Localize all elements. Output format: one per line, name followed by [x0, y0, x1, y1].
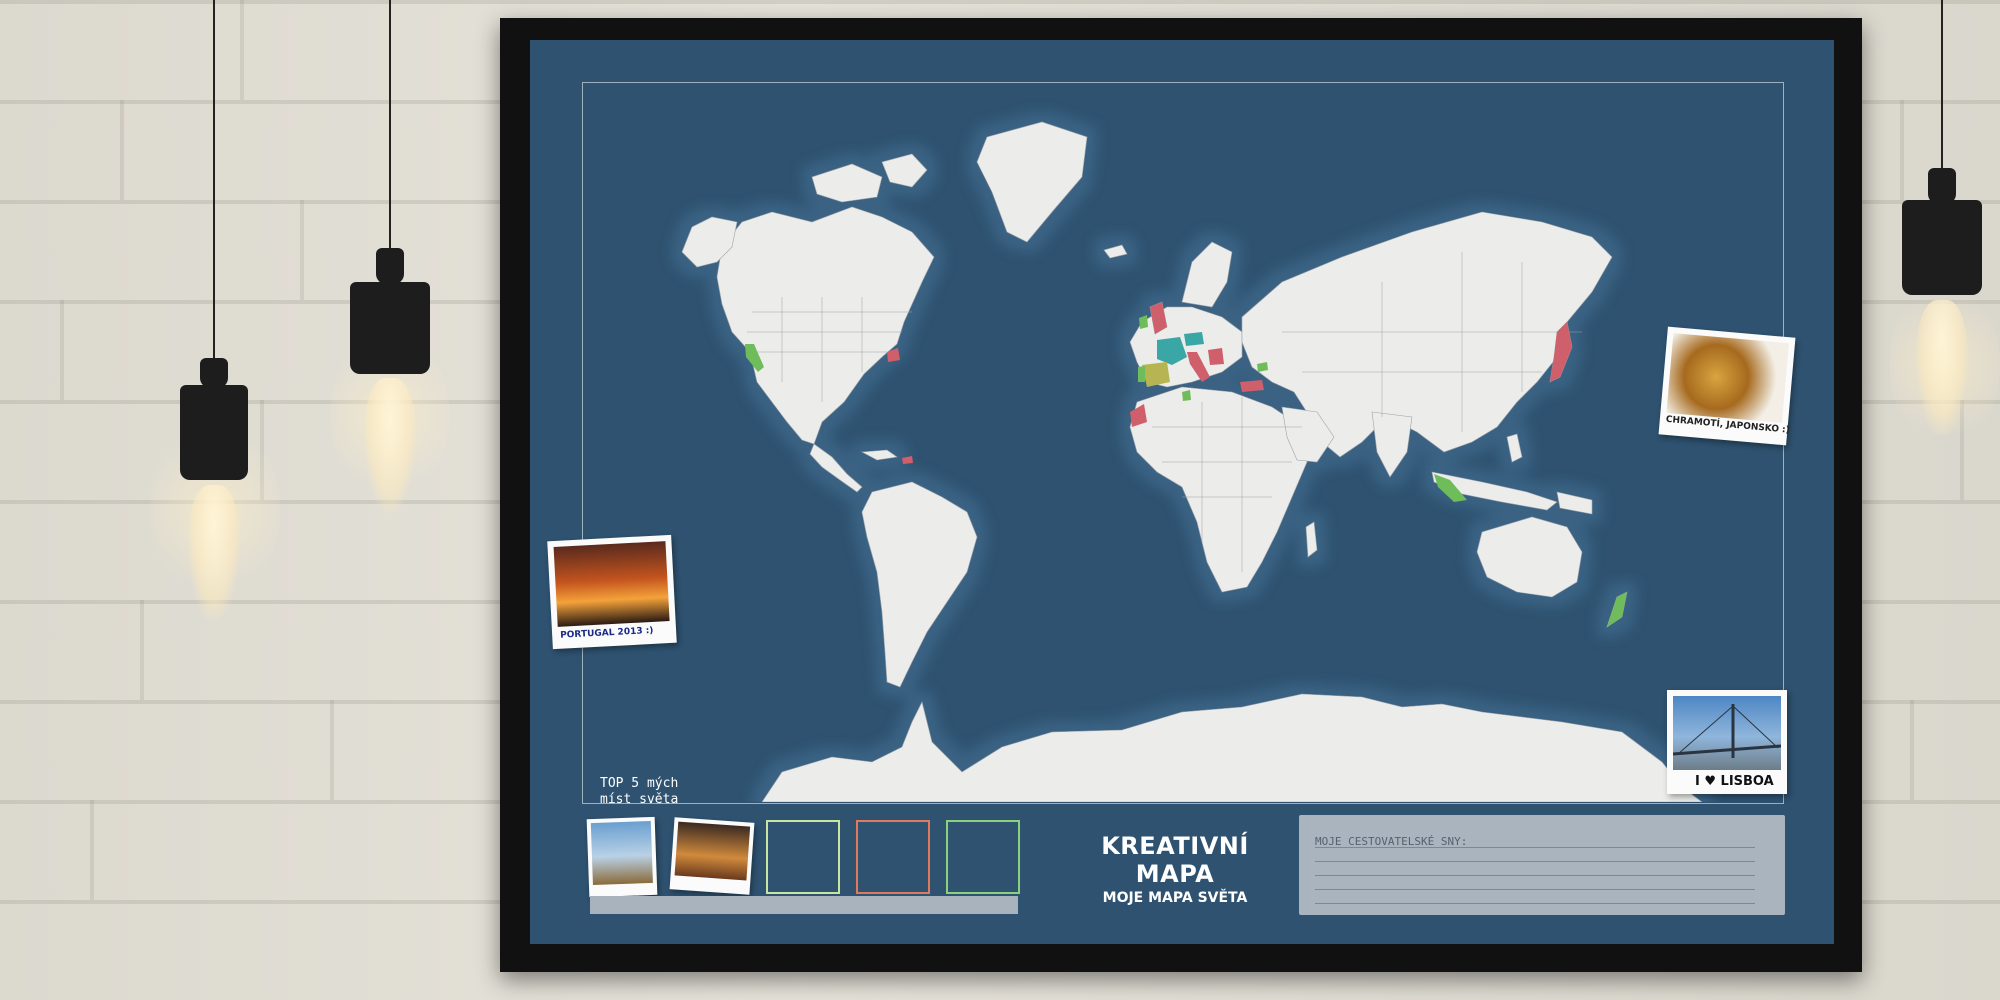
south-america: [861, 481, 978, 688]
lamp-cord: [389, 0, 391, 250]
polaroid-bridge: I ♥ LISBOA: [1667, 690, 1787, 794]
brick-joint: [1910, 700, 1914, 800]
brick-joint: [60, 300, 64, 400]
lamp-shade: [1902, 200, 1982, 295]
notes-line: [1315, 861, 1755, 862]
empty-slot-5: [946, 820, 1020, 894]
visited-balkans: [1208, 348, 1224, 365]
philippines: [1506, 433, 1523, 463]
notes-line: [1315, 903, 1755, 904]
visited-ireland: [1139, 315, 1148, 329]
canadian-arctic: [811, 163, 883, 203]
brick-joint: [120, 100, 124, 200]
polaroid-food: CHRAMOTÍ, JAPONSKO :): [1658, 326, 1796, 446]
lamp-socket: [376, 248, 404, 284]
light-bulb: [188, 485, 240, 620]
brick-joint: [300, 200, 304, 300]
top5-slots: [586, 816, 1020, 898]
poster-title: KREATIVNÍ MAPA: [1101, 832, 1249, 888]
polaroid-caption: PORTUGAL 2013 :): [559, 625, 654, 641]
brick-joint: [240, 0, 244, 100]
notes-line: [1315, 847, 1755, 848]
visited-central-europe: [1184, 332, 1204, 346]
visited-caribbean: [902, 456, 913, 464]
lamp-shade: [180, 385, 248, 480]
empty-slot-4: [856, 820, 930, 894]
top5-label: TOP 5 mých míst světa: [600, 776, 679, 807]
visited-portugal: [1138, 366, 1145, 382]
world-map: [681, 121, 1703, 802]
polaroid-caption: I ♥ LISBOA: [1695, 774, 1774, 789]
scandinavia: [1181, 241, 1233, 308]
poster-subtitle: MOJE MAPA SVĚTA: [1102, 890, 1248, 906]
poster-title-block: KREATIVNÍ MAPA MOJE MAPA SVĚTA: [1060, 832, 1290, 906]
iceland: [1103, 244, 1128, 259]
brick-joint: [90, 800, 94, 900]
light-bulb: [1916, 300, 1968, 435]
visited-turkey: [1240, 380, 1264, 392]
slot-photo-1: [586, 816, 658, 898]
empty-slot-3: [766, 820, 840, 894]
australia: [1476, 516, 1583, 598]
travel-dreams-panel: MOJE CESTOVATELSKÉ SNY:: [1299, 815, 1785, 915]
notes-line: [1315, 889, 1755, 890]
visited-new-zealand: [1607, 592, 1627, 627]
slot-photo-2: [669, 817, 755, 895]
new-guinea: [1556, 491, 1593, 515]
colosseum-photo: [674, 821, 751, 881]
africa: [1129, 386, 1308, 593]
top5-bar: [590, 896, 1018, 914]
bridge-drawing: [1673, 704, 1781, 758]
madagascar: [1305, 521, 1318, 558]
antarctica: [761, 693, 1703, 802]
notes-line: [1315, 875, 1755, 876]
lamp-cord: [1941, 0, 1943, 170]
greenland: [976, 121, 1088, 243]
lamp-shade: [350, 282, 430, 374]
lamp-socket: [200, 358, 228, 388]
lamp-socket: [1928, 168, 1956, 204]
lamp-cord: [213, 0, 215, 360]
brick-joint: [330, 700, 334, 800]
food-photo: [1666, 333, 1789, 423]
central-america: [809, 443, 863, 493]
polaroid-sunset: PORTUGAL 2013 :): [547, 534, 677, 650]
canadian-arctic-2: [881, 153, 928, 188]
brick-joint: [1900, 100, 1904, 200]
india: [1371, 411, 1413, 478]
light-bulb: [364, 378, 416, 513]
north-america: [716, 206, 935, 445]
brick-joint: [140, 600, 144, 700]
cuba: [860, 449, 898, 461]
tower-photo: [590, 820, 653, 886]
sunset-photo: [553, 541, 670, 627]
